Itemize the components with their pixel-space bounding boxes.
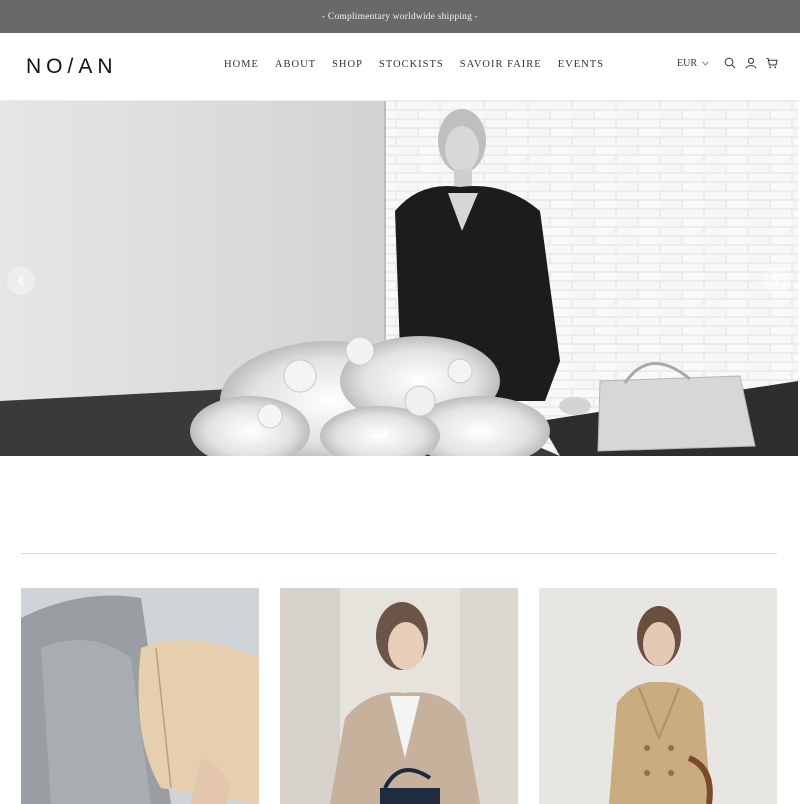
section-divider: [21, 553, 777, 554]
search-icon[interactable]: [724, 57, 736, 69]
logo-text: NO/AN: [26, 55, 118, 78]
nav-events[interactable]: EVENTS: [558, 59, 604, 70]
nav-about[interactable]: ABOUT: [275, 59, 316, 70]
nav-stockists[interactable]: STOCKISTS: [379, 59, 444, 70]
main-nav: HOME ABOUT SHOP STOCKISTS SAVOIR FAIRE E…: [224, 59, 620, 70]
slide-prev-button[interactable]: [7, 267, 35, 295]
nav-savoir-faire[interactable]: SAVOIR FAIRE: [460, 59, 542, 70]
nav-home[interactable]: HOME: [224, 59, 259, 70]
product-card-bag[interactable]: [21, 588, 259, 804]
chevron-left-icon: [17, 276, 24, 286]
account-icon[interactable]: [745, 57, 757, 69]
chevron-down-icon: [702, 60, 709, 66]
site-header: NO/AN HOME ABOUT SHOP STOCKISTS SAVOIR F…: [0, 33, 800, 101]
chevron-right-icon: [773, 276, 780, 286]
slide-dots: [370, 431, 388, 437]
product-image-blazer: [280, 588, 518, 804]
currency-select[interactable]: EUR: [677, 58, 709, 69]
currency-label: EUR: [677, 57, 697, 69]
hero-image: [0, 101, 798, 456]
slide-dot-2[interactable]: [382, 431, 388, 437]
header-tools: EUR: [677, 57, 778, 69]
product-card-blazer[interactable]: [280, 588, 518, 804]
product-card-trench[interactable]: [539, 588, 777, 804]
logo[interactable]: NO/AN: [26, 54, 118, 80]
announcement-bar: - Complimentary worldwide shipping -: [0, 0, 800, 33]
cart-icon[interactable]: [766, 57, 778, 69]
nav-shop[interactable]: SHOP: [332, 59, 363, 70]
slide-dot-1[interactable]: [370, 431, 376, 437]
hero-slideshow: [0, 101, 798, 456]
product-image-trench: [539, 588, 777, 804]
product-image-bag: [21, 588, 259, 804]
slide-next-button[interactable]: [762, 267, 790, 295]
announcement-text: - Complimentary worldwide shipping -: [321, 11, 478, 22]
